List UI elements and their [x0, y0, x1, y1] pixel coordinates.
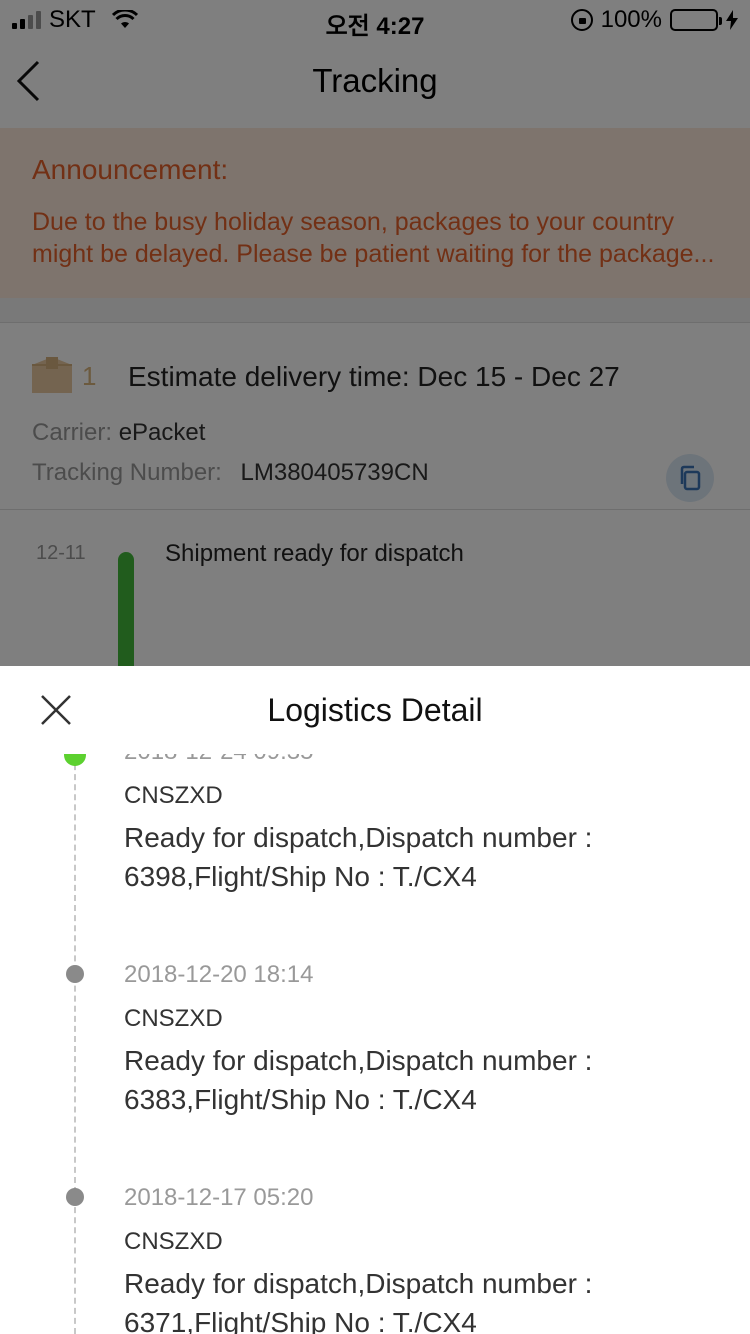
logistics-detail-sheet: 2018-12-24 09:35 CNSZXD Ready for dispat…	[0, 666, 750, 1334]
event-time: 2018-12-17 05:20	[124, 1184, 314, 1211]
event-description: Ready for dispatch,Dispatch number : 637…	[124, 1268, 593, 1334]
event-location-code: CNSZXD	[124, 1228, 223, 1255]
event-description: Ready for dispatch,Dispatch number : 638…	[124, 1045, 593, 1115]
sheet-header: Logistics Detail	[0, 666, 750, 754]
logistics-event-list[interactable]: 2018-12-24 09:35 CNSZXD Ready for dispat…	[0, 666, 750, 1334]
event-location-code: CNSZXD	[124, 782, 223, 809]
timeline-line	[74, 754, 76, 1334]
event-location-code: CNSZXD	[124, 1005, 223, 1032]
event-description: Ready for dispatch,Dispatch number : 639…	[124, 822, 593, 892]
event-time: 2018-12-20 18:14	[124, 961, 314, 988]
event-dot	[66, 1188, 84, 1206]
event-dot	[66, 965, 84, 983]
sheet-title: Logistics Detail	[267, 692, 483, 728]
